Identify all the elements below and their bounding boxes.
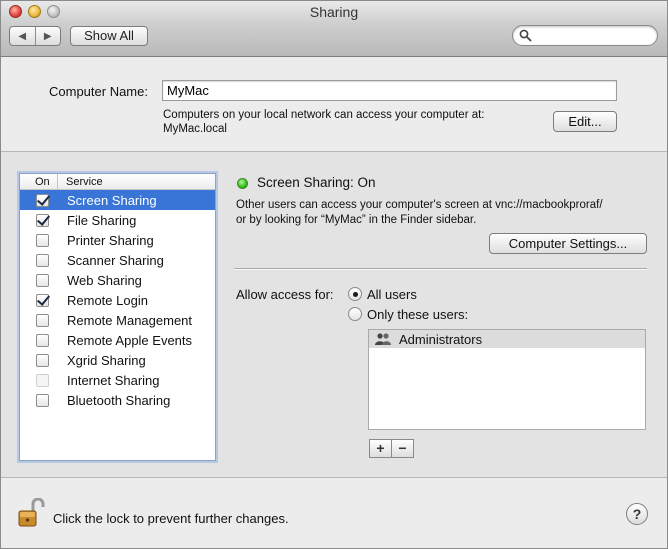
service-row[interactable]: Screen Sharing bbox=[20, 190, 215, 210]
service-label: Printer Sharing bbox=[67, 232, 154, 248]
service-label: Web Sharing bbox=[67, 272, 142, 288]
service-row[interactable]: Printer Sharing bbox=[20, 230, 215, 250]
service-checkbox[interactable] bbox=[36, 393, 49, 407]
service-row[interactable]: Bluetooth Sharing bbox=[20, 390, 215, 410]
service-checkbox[interactable] bbox=[36, 313, 49, 327]
sharing-window: Sharing ◀ ▶ Show All Computer Name: Comp… bbox=[0, 0, 668, 549]
footer-divider bbox=[1, 477, 667, 478]
service-description-line2: or by looking for “MyMac” in the Finder … bbox=[236, 214, 477, 226]
search-icon bbox=[519, 29, 532, 42]
users-list[interactable]: Administrators bbox=[368, 329, 646, 430]
radio-only-these-users[interactable] bbox=[348, 307, 362, 321]
search-input[interactable] bbox=[535, 27, 650, 44]
service-label: Remote Apple Events bbox=[67, 332, 193, 348]
computer-name-section: Computer Name: Computers on your local n… bbox=[1, 58, 667, 150]
radio-all-users-label[interactable]: All users bbox=[367, 287, 417, 302]
computer-name-description: Computers on your local network can acce… bbox=[163, 108, 543, 136]
search-field[interactable] bbox=[512, 25, 658, 46]
service-checkbox[interactable] bbox=[36, 193, 49, 207]
edit-button[interactable]: Edit... bbox=[553, 111, 617, 132]
service-checkbox[interactable] bbox=[36, 213, 49, 227]
service-checkbox[interactable] bbox=[36, 233, 49, 247]
service-label: Bluetooth Sharing bbox=[67, 392, 171, 408]
window-title: Sharing bbox=[309, 4, 359, 20]
service-row[interactable]: File Sharing bbox=[20, 210, 215, 230]
service-description: Other users can access your computer's s… bbox=[236, 198, 636, 228]
radio-all-users[interactable] bbox=[348, 287, 362, 301]
forward-button[interactable]: ▶ bbox=[34, 27, 61, 45]
radio-only-these-users-label[interactable]: Only these users: bbox=[367, 307, 468, 322]
service-row[interactable]: Web Sharing bbox=[20, 270, 215, 290]
computer-name-input[interactable] bbox=[162, 80, 617, 101]
computer-local-address: MyMac.local bbox=[163, 123, 227, 135]
service-row[interactable]: Scanner Sharing bbox=[20, 250, 215, 270]
service-row[interactable]: Remote Apple Events bbox=[20, 330, 215, 350]
main-panel: On Service Screen Sharing File Sharing Pri… bbox=[1, 152, 667, 477]
service-checkbox[interactable] bbox=[36, 333, 49, 347]
user-name: Administrators bbox=[399, 331, 483, 347]
column-header-on[interactable]: On bbox=[20, 174, 58, 189]
list-item[interactable]: Administrators bbox=[369, 330, 645, 348]
service-label: Scanner Sharing bbox=[67, 252, 164, 268]
service-status-text: Screen Sharing: On bbox=[257, 175, 376, 190]
service-label: Remote Login bbox=[67, 292, 148, 308]
service-checkbox[interactable] bbox=[36, 273, 49, 287]
service-list-header: On Service bbox=[20, 174, 215, 190]
add-remove-control: + − bbox=[369, 439, 414, 458]
group-icon bbox=[375, 333, 391, 345]
detail-divider bbox=[234, 268, 647, 269]
lock-message: Click the lock to prevent further change… bbox=[53, 511, 289, 526]
service-row[interactable]: Remote Login bbox=[20, 290, 215, 310]
service-list[interactable]: On Service Screen Sharing File Sharing Pri… bbox=[19, 173, 216, 461]
status-indicator-icon bbox=[237, 178, 248, 189]
service-checkbox bbox=[36, 373, 49, 387]
title-toolbar: Sharing ◀ ▶ Show All bbox=[1, 1, 667, 57]
service-label: Internet Sharing bbox=[67, 372, 160, 388]
help-button[interactable]: ? bbox=[626, 503, 648, 525]
service-rows: Screen Sharing File Sharing Printer Sharin… bbox=[20, 190, 215, 410]
column-header-service[interactable]: Service bbox=[58, 176, 103, 188]
service-row[interactable]: Internet Sharing bbox=[20, 370, 215, 390]
add-user-button[interactable]: + bbox=[370, 440, 391, 457]
service-label: Xgrid Sharing bbox=[67, 352, 146, 368]
back-button[interactable]: ◀ bbox=[10, 27, 35, 45]
unlocked-padlock-icon[interactable] bbox=[18, 498, 45, 528]
service-checkbox[interactable] bbox=[36, 253, 49, 267]
remove-user-button[interactable]: − bbox=[391, 440, 413, 457]
computer-name-label: Computer Name: bbox=[49, 84, 148, 99]
service-checkbox[interactable] bbox=[36, 293, 49, 307]
service-description-line1: Other users can access your computer's s… bbox=[236, 199, 603, 211]
service-row[interactable]: Xgrid Sharing bbox=[20, 350, 215, 370]
service-row[interactable]: Remote Management bbox=[20, 310, 215, 330]
service-label: File Sharing bbox=[67, 212, 137, 228]
show-all-button[interactable]: Show All bbox=[70, 26, 148, 46]
service-label: Screen Sharing bbox=[67, 192, 157, 208]
allow-access-label: Allow access for: bbox=[236, 287, 334, 302]
computer-settings-button[interactable]: Computer Settings... bbox=[489, 233, 647, 254]
back-forward-control: ◀ ▶ bbox=[9, 26, 61, 46]
service-checkbox[interactable] bbox=[36, 353, 49, 367]
service-label: Remote Management bbox=[67, 312, 193, 328]
computer-name-description-line1: Computers on your local network can acce… bbox=[163, 109, 485, 121]
